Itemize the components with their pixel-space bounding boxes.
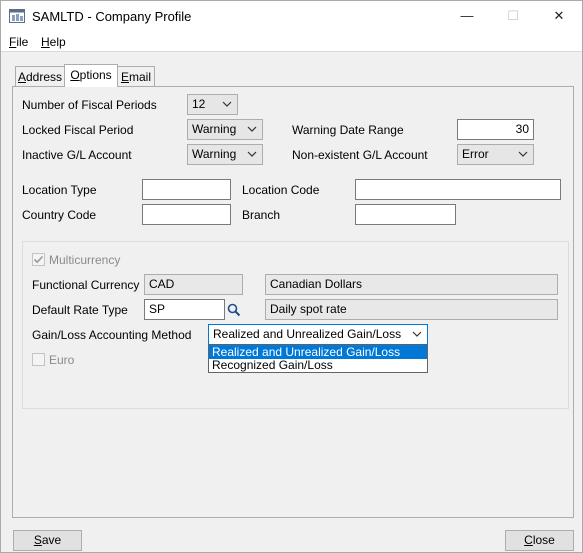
gain-loss-option[interactable]: Recognized Gain/Loss: [209, 359, 427, 372]
country-code-input[interactable]: [142, 204, 231, 225]
locked-period-value: Warning: [192, 122, 237, 136]
nonexistent-gl-select[interactable]: Error: [457, 144, 534, 165]
checkmark-icon: [33, 255, 44, 264]
chevron-down-icon: [247, 151, 257, 157]
fiscal-periods-label: Number of Fiscal Periods: [22, 98, 157, 112]
locked-period-label: Locked Fiscal Period: [22, 123, 134, 137]
gain-loss-dropdown: Realized and Unrealized Gain/Loss Recogn…: [208, 345, 428, 373]
fiscal-periods-value: 12: [192, 97, 206, 111]
menu-help[interactable]: Help: [41, 35, 66, 49]
app-icon: [9, 9, 25, 23]
tab-email[interactable]: Email: [117, 66, 155, 87]
maximize-button[interactable]: ☐: [490, 1, 536, 31]
save-accel: S: [33, 533, 42, 547]
close-button[interactable]: Close: [505, 530, 574, 551]
warning-date-range-input[interactable]: 30: [457, 119, 534, 140]
gain-loss-value: Realized and Unrealized Gain/Loss: [213, 327, 402, 341]
window-title: SAMLTD - Company Profile: [32, 9, 192, 24]
multicurrency-label: Multicurrency: [49, 253, 121, 267]
branch-input[interactable]: [355, 204, 456, 225]
tab-email-accel: E: [120, 70, 129, 84]
menu-bar: File Help: [1, 31, 582, 52]
location-code-label: Location Code: [242, 183, 320, 197]
menu-file-label: ile: [16, 35, 29, 49]
inactive-gl-select[interactable]: Warning: [187, 144, 263, 165]
close-accel: C: [524, 533, 533, 547]
tab-email-label: mail: [129, 70, 152, 84]
tab-options[interactable]: Options: [64, 64, 118, 87]
tab-options-label: ptions: [79, 68, 112, 82]
tab-address-accel: A: [17, 70, 26, 84]
inactive-gl-value: Warning: [192, 147, 237, 161]
menu-help-accel: H: [41, 35, 50, 49]
locked-period-select[interactable]: Warning: [187, 119, 263, 140]
default-rate-type-label: Default Rate Type: [32, 303, 128, 317]
location-type-label: Location Type: [22, 183, 97, 197]
gain-loss-label: Gain/Loss Accounting Method: [32, 328, 192, 342]
tab-address[interactable]: Address: [15, 66, 65, 87]
functional-currency-code: CAD: [144, 274, 243, 295]
tab-address-label: ddress: [25, 70, 63, 84]
euro-label: Euro: [49, 353, 75, 367]
functional-currency-label: Functional Currency: [32, 278, 140, 292]
default-rate-type-desc: Daily spot rate: [265, 299, 558, 320]
chevron-down-icon: [518, 151, 528, 157]
close-window-button[interactable]: ✕: [536, 1, 582, 31]
branch-label: Branch: [242, 208, 281, 222]
magnifier-icon[interactable]: [227, 303, 241, 317]
location-code-input[interactable]: [355, 179, 561, 200]
inactive-gl-label: Inactive G/L Account: [22, 148, 132, 162]
close-label: lose: [532, 533, 555, 547]
chevron-down-icon: [222, 101, 232, 107]
functional-currency-desc: Canadian Dollars: [265, 274, 558, 295]
menu-help-label: elp: [49, 35, 66, 49]
chevron-down-icon: [247, 126, 257, 132]
euro-checkbox[interactable]: [32, 353, 45, 366]
chevron-down-icon: [412, 331, 422, 337]
save-button[interactable]: Save: [13, 530, 82, 551]
default-rate-type-input[interactable]: SP: [144, 299, 225, 320]
title-bar: SAMLTD - Company Profile — ☐ ✕: [1, 1, 582, 31]
company-profile-window: SAMLTD - Company Profile — ☐ ✕ File Help…: [0, 0, 583, 553]
menu-file[interactable]: File: [9, 35, 28, 49]
multicurrency-checkbox[interactable]: [32, 253, 45, 266]
save-label: ave: [41, 533, 62, 547]
location-type-input[interactable]: [142, 179, 231, 200]
country-code-label: Country Code: [22, 208, 97, 222]
gain-loss-select[interactable]: Realized and Unrealized Gain/Loss: [208, 324, 428, 345]
fiscal-periods-select[interactable]: 12: [187, 94, 238, 115]
nonexistent-gl-label: Non-existent G/L Account: [292, 148, 428, 162]
nonexistent-gl-value: Error: [462, 147, 489, 161]
minimize-button[interactable]: —: [444, 1, 490, 31]
tab-options-accel: O: [70, 68, 80, 82]
warning-date-range-label: Warning Date Range: [292, 123, 404, 137]
